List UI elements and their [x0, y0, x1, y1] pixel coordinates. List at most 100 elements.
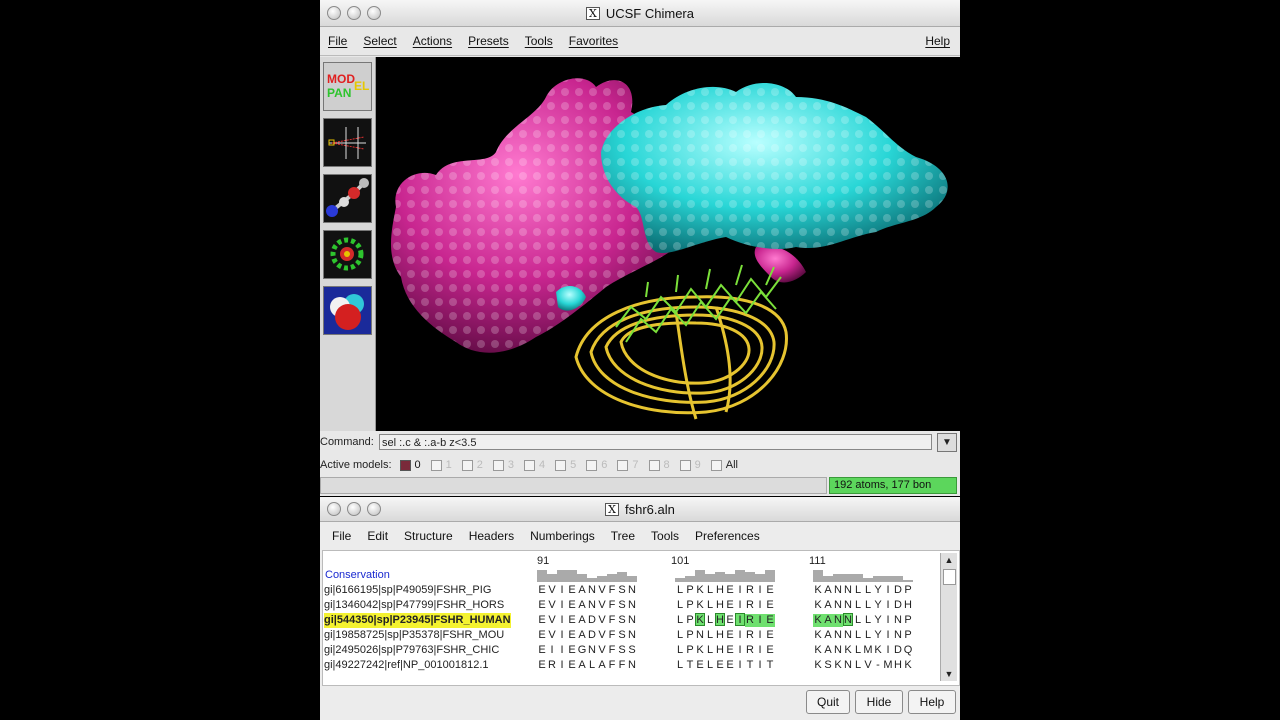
residue[interactable]: I — [735, 644, 745, 657]
residue[interactable]: N — [833, 644, 843, 657]
residue[interactable]: S — [617, 599, 627, 612]
residue[interactable]: L — [853, 599, 863, 612]
residue[interactable]: E — [765, 629, 775, 642]
residue[interactable]: L — [853, 629, 863, 642]
residue[interactable]: V — [597, 629, 607, 642]
residue[interactable]: I — [755, 614, 765, 627]
residue[interactable]: S — [617, 614, 627, 627]
residue[interactable]: E — [765, 584, 775, 597]
residue[interactable]: L — [853, 644, 863, 657]
residue[interactable]: I — [755, 659, 765, 672]
residue[interactable]: I — [557, 614, 567, 627]
residue[interactable]: Y — [873, 599, 883, 612]
residue[interactable]: L — [863, 629, 873, 642]
residue[interactable]: V — [863, 659, 873, 672]
residue[interactable]: I — [755, 629, 765, 642]
aln-menu-preferences[interactable]: Preferences — [687, 529, 768, 543]
residue[interactable]: F — [607, 629, 617, 642]
residue[interactable]: - — [873, 659, 883, 672]
residue[interactable]: E — [537, 659, 547, 672]
alignment-zoom-button[interactable] — [367, 502, 381, 516]
residue[interactable]: L — [587, 659, 597, 672]
residue[interactable]: E — [567, 614, 577, 627]
residue[interactable]: L — [675, 584, 685, 597]
residue[interactable]: P — [685, 614, 695, 627]
residue[interactable]: L — [675, 614, 685, 627]
residue[interactable]: T — [765, 659, 775, 672]
alignment-titlebar[interactable]: Xfshr6.aln — [320, 497, 960, 522]
residue[interactable]: F — [617, 659, 627, 672]
residue[interactable]: E — [567, 629, 577, 642]
sequence-name[interactable]: gi|6166195|sp|P49059|FSHR_PIG — [324, 583, 511, 598]
residue[interactable]: V — [597, 614, 607, 627]
residue[interactable]: K — [903, 659, 913, 672]
residue[interactable]: N — [843, 629, 853, 642]
residue[interactable]: L — [705, 659, 715, 672]
residue[interactable]: A — [577, 614, 587, 627]
residue[interactable]: N — [833, 614, 843, 627]
model-9-checkbox[interactable] — [679, 459, 691, 471]
scroll-down-icon[interactable]: ▼ — [941, 667, 957, 681]
residue[interactable]: M — [883, 659, 893, 672]
model-2-checkbox[interactable] — [461, 459, 473, 471]
residue[interactable]: Y — [873, 629, 883, 642]
residue[interactable]: V — [547, 629, 557, 642]
residue[interactable]: I — [557, 584, 567, 597]
residue[interactable]: V — [547, 614, 557, 627]
residue[interactable]: A — [823, 629, 833, 642]
scroll-thumb[interactable] — [943, 569, 956, 585]
residue[interactable]: I — [735, 613, 745, 626]
residue[interactable]: H — [715, 584, 725, 597]
sequence-name[interactable]: gi|49227242|ref|NP_001001812.1 — [324, 658, 511, 673]
residue[interactable]: P — [903, 629, 913, 642]
aln-menu-headers[interactable]: Headers — [461, 529, 522, 543]
residue[interactable]: Q — [903, 644, 913, 657]
residue[interactable]: E — [725, 599, 735, 612]
residue[interactable]: N — [587, 599, 597, 612]
residue[interactable]: I — [755, 644, 765, 657]
residue[interactable]: I — [883, 584, 893, 597]
menu-select[interactable]: Select — [355, 34, 404, 48]
residue[interactable]: E — [537, 644, 547, 657]
residue[interactable]: I — [883, 599, 893, 612]
residue[interactable]: N — [627, 659, 637, 672]
residue[interactable]: A — [823, 614, 833, 627]
residue[interactable]: M — [863, 644, 873, 657]
residue[interactable]: Y — [873, 614, 883, 627]
residue[interactable]: A — [577, 629, 587, 642]
residue[interactable]: A — [823, 584, 833, 597]
graphics-viewer[interactable] — [376, 57, 960, 431]
alignment-scrollbar[interactable]: ▲ ▼ — [940, 553, 957, 681]
residue[interactable]: R — [745, 629, 755, 642]
residue[interactable]: N — [843, 599, 853, 612]
residue[interactable]: L — [675, 629, 685, 642]
residue[interactable]: K — [695, 613, 705, 626]
residue[interactable]: K — [813, 584, 823, 597]
residue[interactable]: K — [813, 614, 823, 627]
quit-button[interactable]: Quit — [806, 690, 850, 714]
residue[interactable]: P — [685, 629, 695, 642]
residue[interactable]: K — [695, 644, 705, 657]
aln-menu-numberings[interactable]: Numberings — [522, 529, 603, 543]
minimize-window-button[interactable] — [347, 6, 361, 20]
hide-button[interactable]: Hide — [855, 690, 903, 714]
residue[interactable]: E — [567, 584, 577, 597]
model-1-checkbox[interactable] — [430, 459, 442, 471]
residue[interactable]: K — [833, 659, 843, 672]
residue[interactable]: E — [715, 659, 725, 672]
residue[interactable]: K — [813, 629, 823, 642]
residue[interactable]: N — [833, 584, 843, 597]
aln-menu-structure[interactable]: Structure — [396, 529, 461, 543]
menu-presets[interactable]: Presets — [460, 34, 517, 48]
residue[interactable]: I — [557, 644, 567, 657]
residue[interactable]: A — [823, 644, 833, 657]
residue[interactable]: A — [597, 659, 607, 672]
residue[interactable]: T — [745, 659, 755, 672]
residue[interactable]: E — [765, 599, 775, 612]
all-models-checkbox[interactable] — [710, 459, 722, 471]
residue[interactable]: N — [893, 629, 903, 642]
residue[interactable]: I — [735, 659, 745, 672]
ball-and-stick-tool-icon[interactable] — [323, 174, 372, 223]
residue[interactable]: H — [893, 659, 903, 672]
residue[interactable]: P — [903, 614, 913, 627]
